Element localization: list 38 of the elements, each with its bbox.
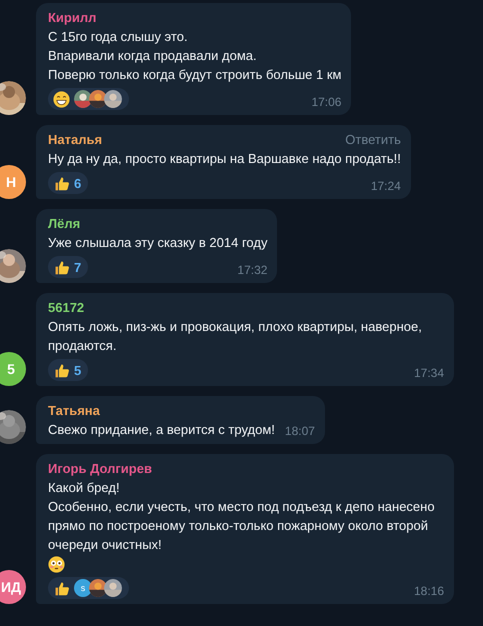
message-text: С 15го года слышу это. (48, 28, 189, 46)
message-text: Впаривали когда продавали дома. (48, 47, 258, 65)
reaction-count: 6 (74, 176, 82, 190)
thumbs-up-icon (53, 258, 70, 276)
reaction-count: 5 (74, 362, 82, 378)
message-text: Поверю только когда будут строить больше 1 км (48, 66, 342, 84)
reaction-chip[interactable]: 6 (48, 172, 88, 194)
message-time: 17:32 (237, 262, 268, 278)
author-name[interactable]: Лёля (48, 215, 80, 233)
reaction-chip[interactable] (48, 88, 129, 110)
thumbs-up-icon (53, 580, 70, 596)
grinning-face-icon (53, 90, 70, 108)
author-name[interactable]: Татьяна (48, 402, 100, 420)
reaction-chip[interactable]: 5 (48, 359, 88, 381)
message-text: Свежо придание, а верится с трудом! (48, 421, 275, 439)
author-name[interactable]: Кирилл (48, 9, 96, 27)
reaction-chip[interactable]: s (48, 577, 129, 599)
message-time: 17:34 (414, 365, 444, 381)
message-time: 17:06 (311, 94, 342, 110)
message-time: 17:24 (370, 178, 401, 194)
message-time: 18:16 (414, 583, 444, 599)
reaction-chip[interactable]: 7 (48, 256, 88, 278)
reaction-count: 7 (74, 260, 82, 274)
message-text: Опять ложь, пиз-жь и провокация, плохо квартиры, наверное, продаются. (48, 318, 423, 355)
thumbs-up-icon (53, 362, 70, 378)
flushed-face-icon (48, 556, 65, 573)
message-text: Уже слышала эту сказку в 2014 году (48, 234, 268, 252)
user-avatar[interactable]: ИД (0, 570, 26, 604)
message-text: Ну да ну да, просто квартиры на Варшавке надо продать!! (48, 150, 401, 168)
reply-link[interactable]: Ответить (345, 131, 401, 149)
thumbs-up-icon (53, 174, 70, 192)
message-text: Особенно, если учесть, что место под подъезд к депо нанесено прямо по построеному только-только пожарному около второй очереди очистных! (48, 498, 436, 554)
author-name[interactable]: Наталья (48, 131, 102, 149)
author-name[interactable]: 56172 (48, 299, 84, 317)
message-text: Какой бред! (48, 479, 121, 497)
author-name[interactable]: Игорь Долгирев (48, 460, 152, 478)
message-time: 18:07 (284, 423, 315, 439)
reactor-avatar: s (74, 579, 92, 597)
